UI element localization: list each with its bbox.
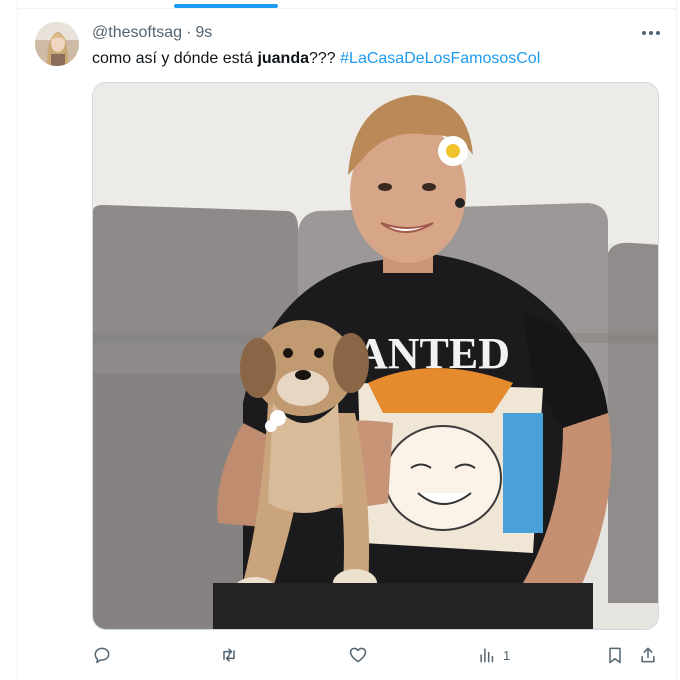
avatar[interactable]: [35, 22, 79, 66]
heart-icon: [349, 647, 367, 663]
hashtag-link[interactable]: #LaCasaDeLosFamososCol: [340, 50, 540, 67]
share-icon: [641, 647, 655, 663]
header-separator: ·: [186, 24, 192, 41]
user-handle[interactable]: @thesoftsag: [92, 24, 182, 41]
more-icon: [642, 31, 660, 35]
timeline-border-right: [676, 0, 677, 680]
timeline-border-left: [17, 0, 18, 680]
reply-icon: [94, 647, 110, 664]
retweet-button[interactable]: [219, 642, 239, 668]
views-icon: [480, 648, 494, 663]
tweet-text-prefix: como así y dónde está: [92, 50, 258, 67]
tweet-text-bold: juanda: [257, 50, 309, 67]
views-button[interactable]: 1: [477, 642, 510, 668]
tweet-photo[interactable]: ANTED: [92, 82, 659, 630]
retweet-icon: [223, 648, 235, 662]
tweet-timestamp[interactable]: 9s: [195, 24, 212, 41]
tweet-text-suffix: ???: [309, 50, 341, 67]
like-button[interactable]: [348, 642, 368, 668]
reply-button[interactable]: [92, 642, 112, 668]
bookmark-button[interactable]: [605, 642, 625, 668]
tweet-actions: 1: [0, 642, 680, 668]
tweet-text: como así y dónde está juanda??? #LaCasaD…: [92, 49, 540, 69]
tweet-divider: [17, 8, 677, 9]
views-count: 1: [503, 647, 511, 663]
tweet-header: @thesoftsag · 9s: [92, 24, 212, 42]
share-button[interactable]: [638, 642, 658, 668]
more-options-button[interactable]: [640, 23, 662, 43]
bookmark-icon: [609, 647, 621, 664]
